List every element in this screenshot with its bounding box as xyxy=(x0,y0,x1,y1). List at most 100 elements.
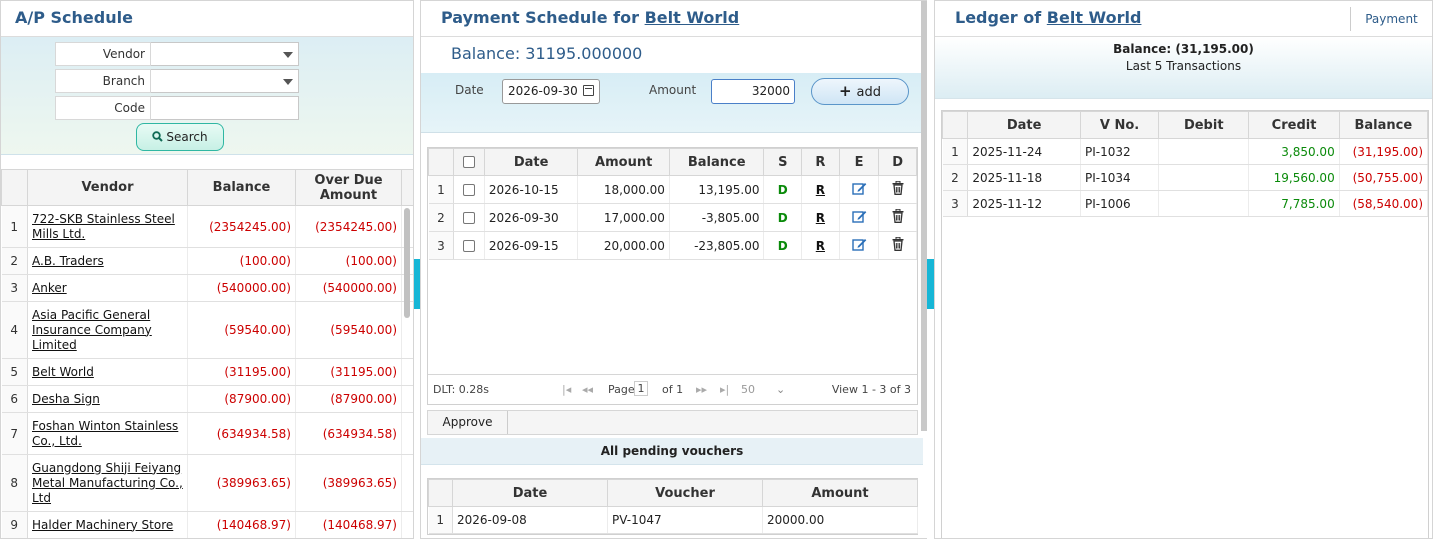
r-column-header[interactable]: R xyxy=(801,148,840,176)
vendor-name-line[interactable]: Belt World xyxy=(32,365,183,380)
balance-column-header[interactable]: Balance xyxy=(668,148,765,176)
table-row[interactable]: 3 Anker (540000.00) (540000.00) xyxy=(1,274,413,302)
pending-date-header[interactable]: Date xyxy=(452,479,608,507)
vendor-cell[interactable]: Desha Sign xyxy=(27,385,188,413)
page-input[interactable]: 1 xyxy=(634,381,648,396)
edit-icon[interactable] xyxy=(851,209,867,223)
right-splitter-handle[interactable] xyxy=(927,259,934,309)
vendor-name-line[interactable]: 722-SKB Stainless Steel xyxy=(32,212,183,227)
code-input[interactable] xyxy=(151,96,299,120)
overdue-column-header[interactable]: Over Due Amount xyxy=(295,169,402,206)
table-row[interactable]: 1 2026-10-15 18,000.00 13,195.00 D R xyxy=(428,175,917,204)
next-page-icon[interactable]: ▸▸ xyxy=(696,383,707,396)
amount-column-header[interactable]: Amount xyxy=(577,148,670,176)
branch-select[interactable] xyxy=(151,69,299,93)
vendor-name-line[interactable]: Co., Ltd. xyxy=(32,434,183,449)
table-row[interactable]: 8 Guangdong Shiji Feiyang Metal Manufactur… xyxy=(1,454,413,512)
vendor-name-line[interactable]: Halder Machinery Store xyxy=(32,518,183,533)
vendor-cell[interactable]: Foshan Winton Stainless Co., Ltd. xyxy=(27,412,188,455)
vendor-link[interactable]: Belt World xyxy=(1047,8,1142,27)
payment-tab[interactable]: Payment xyxy=(1350,7,1432,31)
vendor-cell[interactable]: Guangdong Shiji Feiyang Metal Manufacturi… xyxy=(27,454,188,512)
chevron-down-icon[interactable]: ⌄ xyxy=(776,383,785,396)
s-status-cell[interactable]: D xyxy=(763,175,803,204)
vendor-cell[interactable]: Belt World xyxy=(27,358,188,386)
ledger-date-header[interactable]: Date xyxy=(967,111,1081,139)
row-checkbox[interactable] xyxy=(463,212,476,224)
row-number: 5 xyxy=(1,358,28,386)
table-row[interactable]: 2 2026-09-30 17,000.00 -3,805.00 D R xyxy=(428,203,917,232)
vendor-name-line[interactable]: Desha Sign xyxy=(32,392,183,407)
table-row[interactable]: 1 722-SKB Stainless Steel Mills Ltd. (23542… xyxy=(1,205,413,248)
e-column-header[interactable]: E xyxy=(838,148,880,176)
select-all-checkbox[interactable] xyxy=(463,156,476,168)
vendor-name-line[interactable]: Asia Pacific General xyxy=(32,308,183,323)
s-status-cell[interactable]: D xyxy=(763,231,803,260)
ledger-subtitle: Last 5 Transactions xyxy=(1125,59,1242,73)
row-checkbox[interactable] xyxy=(463,240,476,252)
ledger-balance-header[interactable]: Balance xyxy=(1338,111,1429,139)
vendor-column-header[interactable]: Vendor xyxy=(27,169,188,206)
pending-amount-cell: 20000.00 xyxy=(762,506,918,534)
table-row[interactable]: 2 2025-11-18 PI-1034 19,560.00 (50,755.00) xyxy=(942,164,1429,191)
approve-button[interactable]: Approve xyxy=(428,411,508,434)
vendor-name-line[interactable]: A.B. Traders xyxy=(32,254,183,269)
trash-icon[interactable] xyxy=(892,236,904,251)
r-link-cell[interactable]: R xyxy=(801,231,840,260)
table-row[interactable]: 7 Foshan Winton Stainless Co., Ltd. (634934… xyxy=(1,412,413,455)
vendor-link[interactable]: Belt World xyxy=(645,8,740,27)
vendor-name-line[interactable]: Metal Manufacturing Co., xyxy=(32,476,183,491)
vendor-name-line[interactable]: Limited xyxy=(32,338,183,353)
vendor-name-line[interactable]: Foshan Winton Stainless xyxy=(32,419,183,434)
vertical-scrollbar[interactable] xyxy=(404,208,410,318)
ledger-debit-header[interactable]: Debit xyxy=(1158,111,1250,139)
edit-icon[interactable] xyxy=(851,181,867,195)
last-page-icon[interactable]: ▸| xyxy=(720,383,729,396)
vendor-name-line[interactable]: Mills Ltd. xyxy=(32,227,183,242)
r-link-cell[interactable]: R xyxy=(801,203,840,232)
ledger-vno-header[interactable]: V No. xyxy=(1079,111,1160,139)
table-row[interactable]: 4 Asia Pacific General Insurance Company Li… xyxy=(1,301,413,359)
amount-input[interactable]: 32000 xyxy=(711,79,795,104)
vertical-scrollbar[interactable] xyxy=(921,1,927,431)
vendor-name-line[interactable]: Insurance Company xyxy=(32,323,183,338)
balance-column-header[interactable]: Balance xyxy=(187,169,296,206)
trash-icon[interactable] xyxy=(892,208,904,223)
s-column-header[interactable]: S xyxy=(763,148,803,176)
rows-per-page-select[interactable]: 50 xyxy=(741,383,755,396)
vendor-name-line[interactable]: Guangdong Shiji Feiyang xyxy=(32,461,183,476)
table-row[interactable]: 1 2025-11-24 PI-1032 3,850.00 (31,195.00) xyxy=(942,138,1429,165)
vendor-name-line[interactable]: Ltd xyxy=(32,491,183,506)
edit-icon[interactable] xyxy=(851,237,867,251)
vendor-cell[interactable]: Asia Pacific General Insurance Company Lim… xyxy=(27,301,188,359)
calendar-icon[interactable] xyxy=(583,85,594,96)
vendor-cell[interactable]: Halder Machinery Store xyxy=(27,511,188,538)
vendor-cell[interactable]: Anker xyxy=(27,274,188,302)
table-row[interactable]: 3 2026-09-15 20,000.00 -23,805.00 D R xyxy=(428,231,917,260)
table-row[interactable]: 5 Belt World (31195.00) (31195.00) xyxy=(1,358,413,386)
table-row[interactable]: 2 A.B. Traders (100.00) (100.00) xyxy=(1,247,413,275)
row-checkbox[interactable] xyxy=(463,184,476,196)
date-column-header[interactable]: Date xyxy=(483,148,579,176)
pending-voucher-header[interactable]: Voucher xyxy=(607,479,763,507)
ledger-credit-header[interactable]: Credit xyxy=(1248,111,1340,139)
trash-icon[interactable] xyxy=(892,180,904,195)
table-row[interactable]: 6 Desha Sign (87900.00) (87900.00) xyxy=(1,385,413,413)
search-button[interactable]: Search xyxy=(136,123,224,151)
vendor-cell[interactable]: 722-SKB Stainless Steel Mills Ltd. xyxy=(27,205,188,248)
vendor-select[interactable] xyxy=(151,42,299,66)
s-status-cell[interactable]: D xyxy=(763,203,803,232)
vendor-name-line[interactable]: Anker xyxy=(32,281,183,296)
r-link-cell[interactable]: R xyxy=(801,175,840,204)
d-column-header[interactable]: D xyxy=(878,148,917,176)
pending-amount-header[interactable]: Amount xyxy=(762,479,918,507)
ledger-date-cell: 2025-11-18 xyxy=(967,164,1081,191)
vendor-cell[interactable]: A.B. Traders xyxy=(27,247,188,275)
date-input[interactable]: 2026-09-30 xyxy=(502,79,600,104)
prev-page-icon[interactable]: ◂◂ xyxy=(582,383,593,396)
add-button[interactable]: + add xyxy=(811,78,909,105)
table-row[interactable]: 3 2025-11-12 PI-1006 7,785.00 (58,540.00) xyxy=(942,190,1429,217)
table-row[interactable]: 1 2026-09-08 PV-1047 20000.00 xyxy=(428,506,918,534)
first-page-icon[interactable]: |◂ xyxy=(562,383,571,396)
table-row[interactable]: 9 Halder Machinery Store (140468.97) (14046… xyxy=(1,511,413,538)
